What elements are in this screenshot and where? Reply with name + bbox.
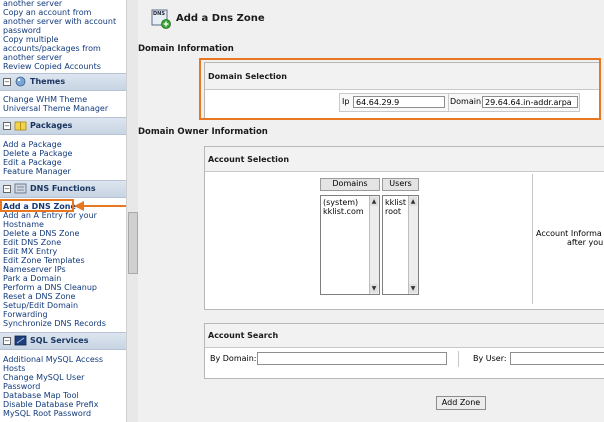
highlight-domain-selection [199,58,601,120]
sidebar-link[interactable]: Forwarding [3,310,48,319]
users-column-header: Users [382,178,419,191]
by-user-input[interactable] [510,352,604,365]
sidebar-link[interactable]: another server with account [3,17,116,26]
section-title: Themes [30,77,66,86]
add-zone-button[interactable]: Add Zone [436,396,486,410]
themes-icon [15,76,26,87]
account-search-panel: Account Search By Domain: By User: [204,323,604,379]
scrollbar-thumb[interactable] [128,212,138,274]
page-title: Add a Dns Zone [176,13,265,24]
package-icon [14,121,27,131]
scroll-up-icon[interactable]: ▲ [409,197,417,206]
sidebar-link-copy-multiple[interactable]: Copy multiple [3,35,59,44]
sidebar-link[interactable]: another server [3,53,62,62]
sidebar-link[interactable]: Hostname [3,220,44,229]
domain-owner-heading: Domain Owner Information [138,127,268,137]
account-selection-heading: Account Selection [208,155,290,164]
section-header-sql-services[interactable]: − SQL Services [0,332,126,350]
sidebar-link[interactable]: accounts/packages from [3,44,101,53]
sidebar-link-change-mysql-password[interactable]: Change MySQL User [3,373,84,382]
users-listbox[interactable]: kklist root ▲ ▼ [382,195,419,295]
domains-list-scrollbar[interactable]: ▲ ▼ [369,196,379,294]
collapse-icon[interactable]: − [3,185,11,193]
sidebar-link-edit-mx-entry[interactable]: Edit MX Entry [3,247,57,256]
by-domain-label: By Domain: [210,354,257,363]
sidebar-link-dns-cleanup[interactable]: Perform a DNS Cleanup [3,283,97,292]
account-info-text: Account Informa [536,229,602,238]
domains-column-header: Domains [320,178,380,191]
sidebar-link-change-whm-theme[interactable]: Change WHM Theme [3,95,87,104]
list-item[interactable]: root [385,207,401,216]
sidebar-link-universal-theme-manager[interactable]: Universal Theme Manager [3,104,108,113]
sidebar-link-database-map-tool[interactable]: Database Map Tool [3,391,79,400]
sidebar-link-edit-package[interactable]: Edit a Package [3,158,62,167]
collapse-icon[interactable]: − [3,122,11,130]
list-item[interactable]: kklist.com [323,207,364,216]
section-title: SQL Services [30,336,89,345]
section-title: Packages [30,121,73,130]
domains-listbox[interactable]: (system) kklist.com ▲ ▼ [320,195,380,295]
sidebar-link-feature-manager[interactable]: Feature Manager [3,167,71,176]
sidebar-link-copy-account[interactable]: Copy an account from [3,8,91,17]
sidebar-link-reset-dns-zone[interactable]: Reset a DNS Zone [3,292,75,301]
divider [458,351,459,367]
sidebar-link[interactable]: another server [3,0,62,8]
domain-info-heading: Domain Information [138,44,234,54]
account-search-heading: Account Search [208,331,279,340]
sidebar-link-sync-dns-records[interactable]: Synchronize DNS Records [3,319,106,328]
sidebar-link[interactable]: Hosts [3,364,25,373]
scroll-down-icon[interactable]: ▼ [409,284,417,293]
list-item[interactable]: kklist [385,198,406,207]
sidebar-link-disable-db-prefix[interactable]: Disable Database Prefix [3,400,98,409]
sidebar-link-setup-domain-forwarding[interactable]: Setup/Edit Domain [3,301,78,310]
dns-icon-label: DNS [153,11,165,17]
sidebar-scrollbar[interactable] [126,0,138,422]
sidebar-link-additional-mysql-access[interactable]: Additional MySQL Access [3,355,103,364]
main-content: DNS Add a Dns Zone Domain Information Do… [138,0,604,422]
sidebar-link-mysql-root-password[interactable]: MySQL Root Password [3,409,91,418]
section-title: DNS Functions [30,184,96,193]
sidebar-link-review-copied[interactable]: Review Copied Accounts [3,62,101,71]
sidebar-link-park-domain[interactable]: Park a Domain [3,274,61,283]
scroll-down-icon[interactable]: ▼ [370,284,378,293]
users-list-scrollbar[interactable]: ▲ ▼ [408,196,418,294]
database-icon [14,335,27,346]
sidebar-link-edit-zone-templates[interactable]: Edit Zone Templates [3,256,85,265]
by-user-label: By User: [473,354,507,363]
account-info-text: after you [567,238,604,247]
list-item[interactable]: (system) [323,198,358,207]
account-selection-panel: Account Selection Domains Users (system)… [204,146,604,310]
sidebar-link-delete-dns-zone[interactable]: Delete a DNS Zone [3,229,79,238]
scroll-up-icon[interactable]: ▲ [370,197,378,206]
section-header-packages[interactable]: − Packages [0,117,126,135]
highlight-add-dns-zone [0,199,74,212]
dns-icon [14,183,27,194]
section-header-themes[interactable]: − Themes [0,73,126,91]
by-domain-input[interactable] [257,352,447,365]
collapse-icon[interactable]: − [3,78,11,86]
collapse-icon[interactable]: − [3,337,11,345]
sidebar-link[interactable]: Password [3,382,40,391]
sidebar-link-add-package[interactable]: Add a Package [3,140,62,149]
sidebar-link-nameserver-ips[interactable]: Nameserver IPs [3,265,66,274]
dns-zone-icon: DNS [151,9,172,29]
sidebar-link-delete-package[interactable]: Delete a Package [3,149,72,158]
section-header-dns-functions[interactable]: − DNS Functions [0,180,126,198]
sidebar-link-edit-dns-zone[interactable]: Edit DNS Zone [3,238,61,247]
sidebar-link[interactable]: password [3,26,41,35]
divider [532,174,533,304]
